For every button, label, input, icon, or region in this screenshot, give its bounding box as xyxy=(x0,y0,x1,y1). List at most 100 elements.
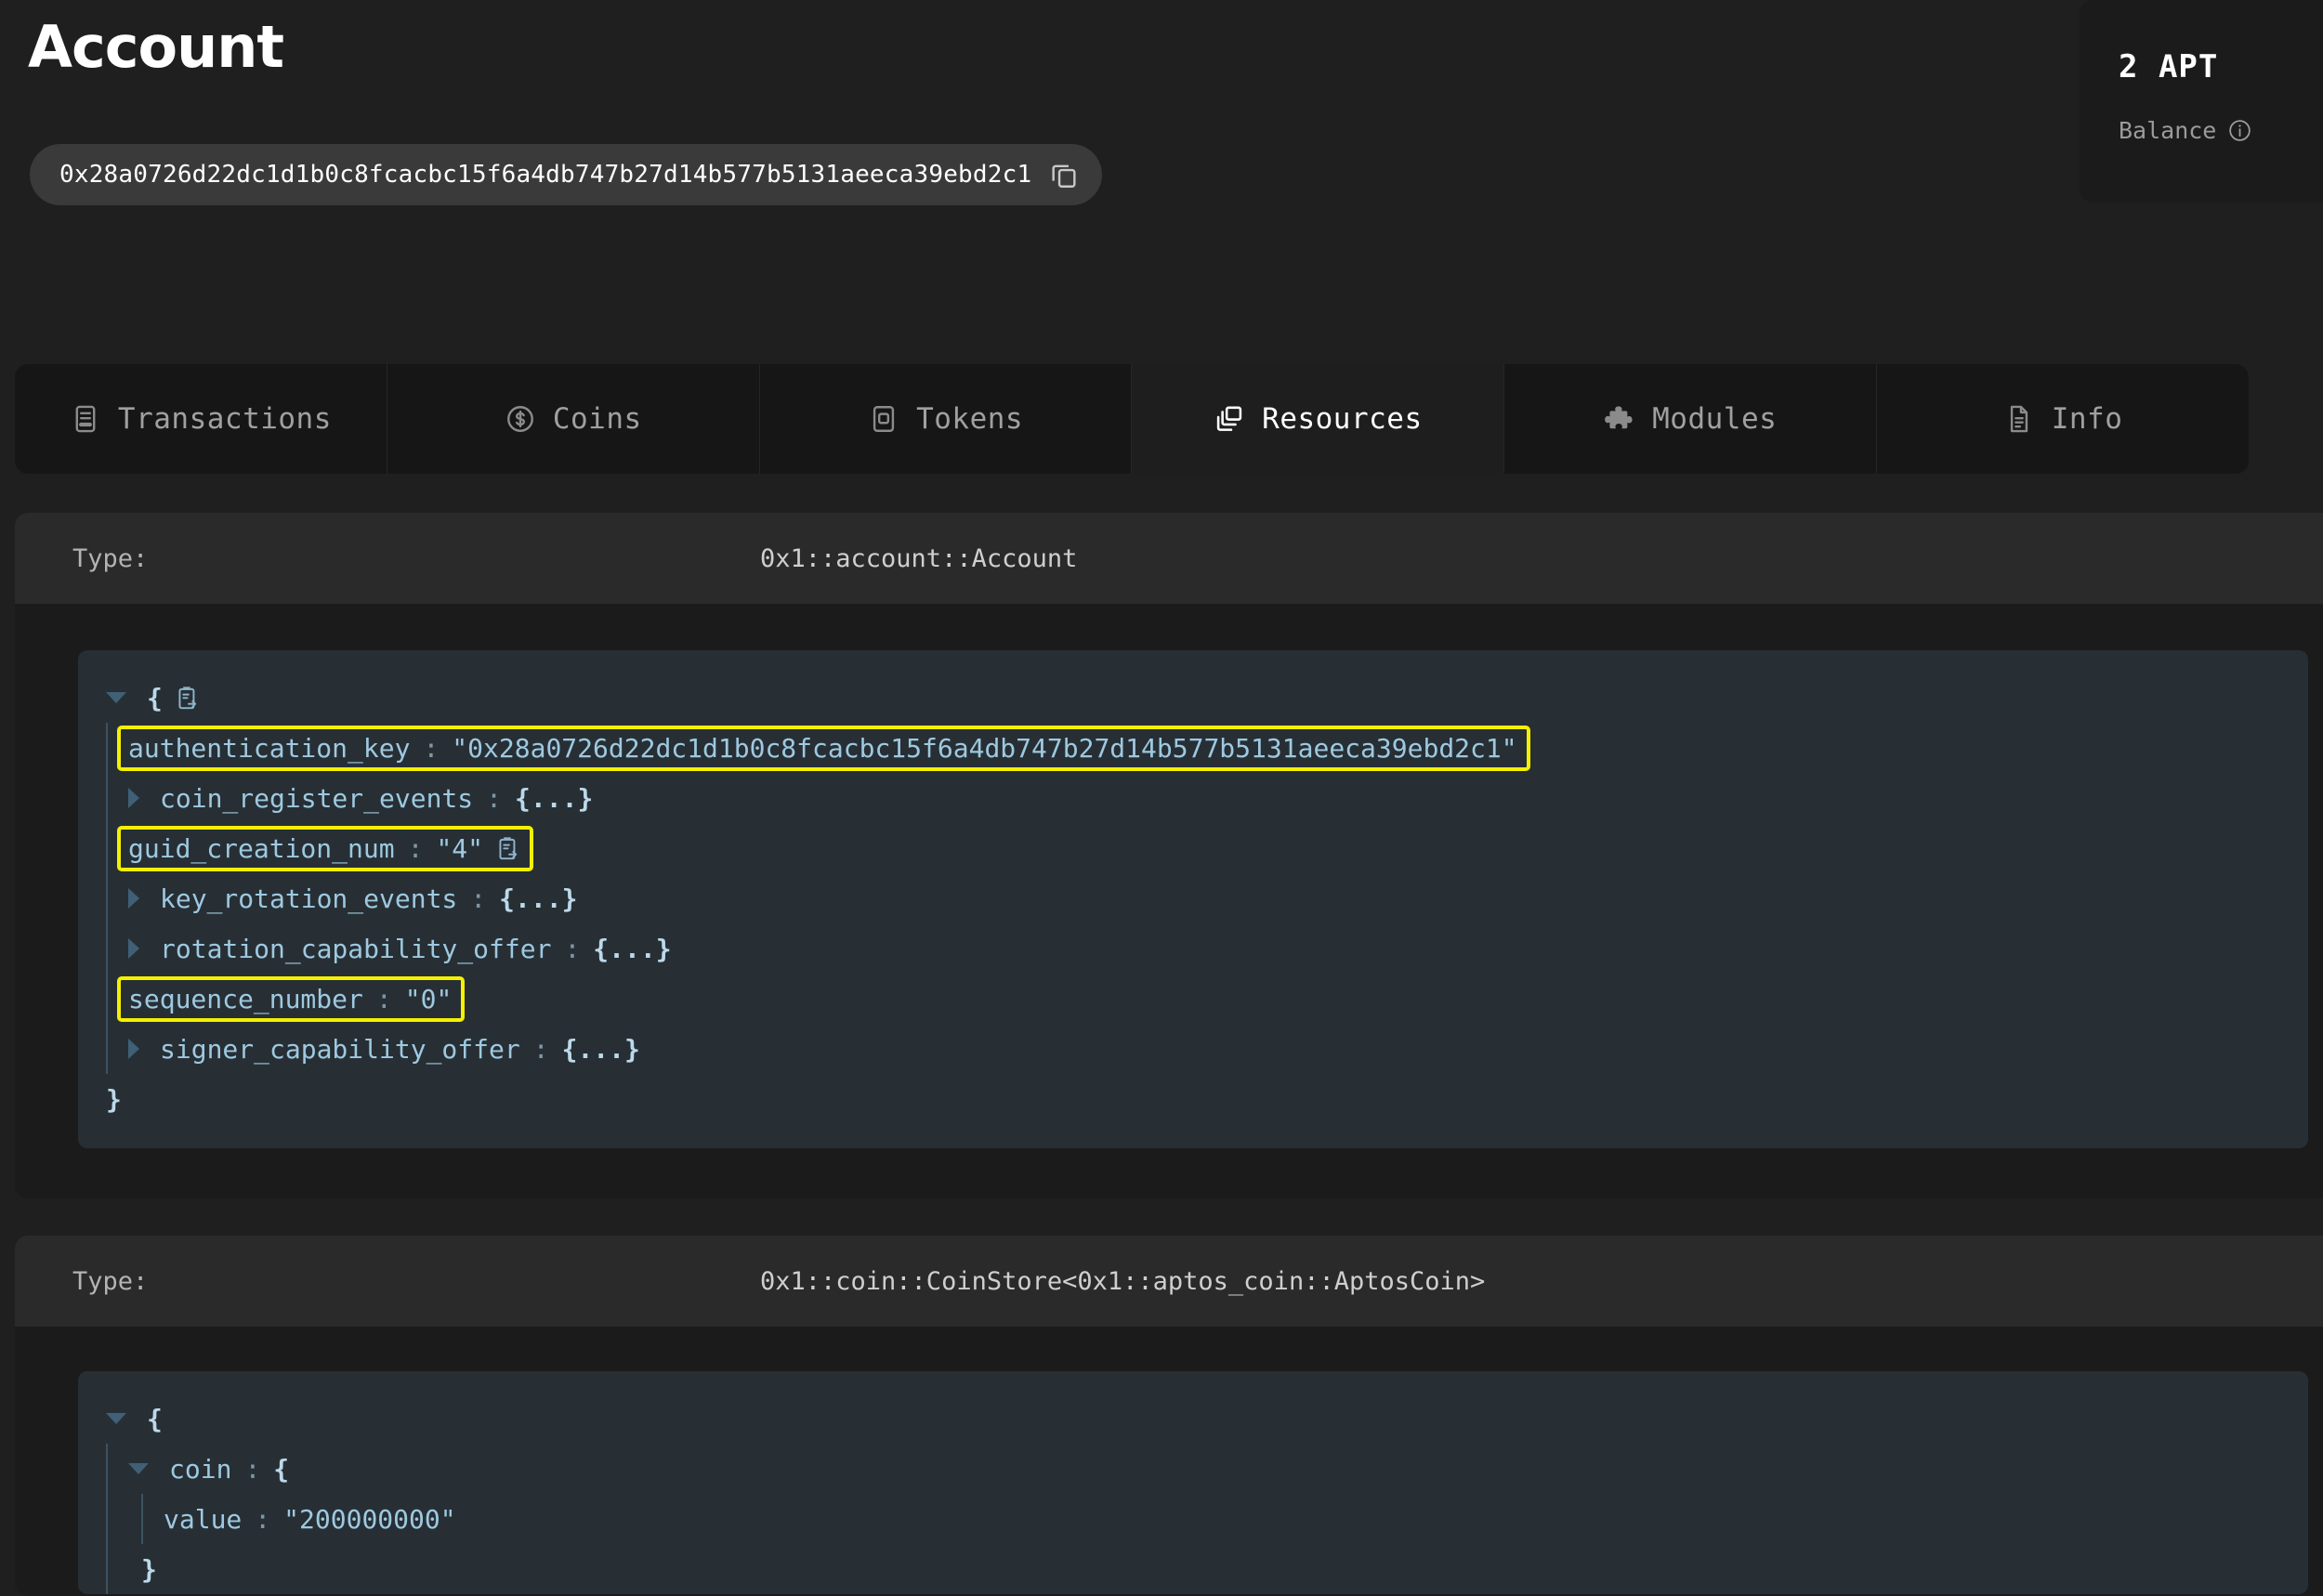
chevron-right-icon[interactable] xyxy=(128,1039,139,1059)
resource-type-value: 0x1::account::Account xyxy=(760,543,1078,573)
json-colon: : xyxy=(486,782,503,814)
json-viewer-coinstore: { coin : { value: "200000000"} xyxy=(78,1371,2308,1594)
indent-guide xyxy=(106,1544,108,1594)
indent-guide xyxy=(106,923,108,974)
json-key: key_rotation_events xyxy=(160,883,458,914)
tab-label: Info xyxy=(2051,402,2123,436)
tab-label: Transactions xyxy=(117,402,332,436)
chevron-down-icon[interactable] xyxy=(106,692,126,703)
json-colon: : xyxy=(470,883,487,914)
indent-guide xyxy=(141,1494,143,1544)
copy-json-icon[interactable] xyxy=(176,683,200,713)
indent-guide xyxy=(106,1444,108,1494)
resource-type-label: Type: xyxy=(72,1266,149,1296)
json-value: {...} xyxy=(515,782,594,814)
indent-guide xyxy=(106,1024,108,1074)
json-row-authentication-key[interactable]: authentication_key : "0x28a0726d22dc1d1b… xyxy=(78,723,2308,773)
info-icon[interactable] xyxy=(2227,118,2252,143)
puzzle-piece-icon xyxy=(1604,403,1635,435)
copy-value-icon[interactable] xyxy=(496,833,520,864)
highlight-box-authentication-key: authentication_key : "0x28a0726d22dc1d1b… xyxy=(117,725,1530,771)
json-value: "0" xyxy=(404,983,453,1014)
json-colon: : xyxy=(407,832,424,864)
indent-guide xyxy=(106,723,108,773)
json-key: rotation_capability_offer xyxy=(160,933,552,964)
tab-coins[interactable]: Coins xyxy=(387,364,760,474)
tab-label: Modules xyxy=(1652,402,1778,436)
json-key: authentication_key xyxy=(128,732,411,764)
account-page: Account 0x28a0726d22dc1d1b0c8fcacbc15f6a… xyxy=(0,0,2323,1596)
json-key: coin xyxy=(169,1453,232,1485)
json-row-coin-register-events[interactable]: coin_register_events : {...} xyxy=(78,773,2308,823)
json-row-rotation-capability-offer[interactable]: rotation_capability_offer : {...} xyxy=(78,923,2308,974)
json-row-guid-creation-num[interactable]: guid_creation_num : "4" xyxy=(78,823,2308,873)
chevron-right-icon[interactable] xyxy=(128,788,139,808)
indent-guide xyxy=(106,773,108,823)
json-row-sequence-number[interactable]: sequence_number : "0" xyxy=(78,974,2308,1024)
resource-card-coinstore: Type: 0x1::coin::CoinStore<0x1::aptos_co… xyxy=(15,1236,2323,1596)
balance-label: Balance xyxy=(2119,117,2217,144)
resource-type-row: Type: 0x1::coin::CoinStore<0x1::aptos_co… xyxy=(15,1236,2323,1327)
chevron-down-icon[interactable] xyxy=(128,1463,149,1474)
indent-guide xyxy=(106,823,108,873)
tab-resources[interactable]: Resources xyxy=(1132,364,1505,474)
json-open-brace: { xyxy=(147,682,163,713)
json-colon: : xyxy=(532,1033,549,1065)
indent-guide xyxy=(106,873,108,923)
json-value: "4" xyxy=(436,832,484,864)
json-row-key-rotation-events[interactable]: key_rotation_events : {...} xyxy=(78,873,2308,923)
tab-tokens[interactable]: Tokens xyxy=(760,364,1133,474)
json-row-open-brace: { xyxy=(78,1393,2308,1444)
json-value: "0x28a0726d22dc1d1b0c8fcacbc15f6a4db747b… xyxy=(452,732,1517,764)
json-key: sequence_number xyxy=(128,983,363,1014)
account-tab-bar: Transactions Coins Tokens Resources Modu… xyxy=(15,364,2249,474)
tab-modules[interactable]: Modules xyxy=(1504,364,1878,474)
indent-guide xyxy=(106,1494,108,1544)
tab-info[interactable]: Info xyxy=(1877,364,2249,474)
json-row-open-brace: { xyxy=(78,673,2308,723)
stacked-windows-icon xyxy=(1214,403,1245,435)
json-key: coin_register_events xyxy=(160,782,474,814)
json-key: guid_creation_num xyxy=(128,832,395,864)
json-open-brace: { xyxy=(147,1403,163,1434)
json-row-value[interactable]: value : "200000000" xyxy=(78,1494,2308,1544)
copy-icon[interactable] xyxy=(1048,159,1080,190)
json-value: {...} xyxy=(593,933,672,964)
json-viewer-account: { authentication_key: "0x28a0726d22dc1d… xyxy=(78,650,2308,1148)
resource-type-value: 0x1::coin::CoinStore<0x1::aptos_coin::Ap… xyxy=(760,1266,1486,1296)
chevron-right-icon[interactable] xyxy=(128,938,139,959)
balance-amount: 2 APT xyxy=(2119,48,2219,85)
json-colon: : xyxy=(244,1453,261,1485)
json-key: value xyxy=(164,1503,243,1535)
json-value: {...} xyxy=(499,883,578,914)
tab-label: Coins xyxy=(552,402,642,436)
token-card-icon xyxy=(868,403,899,435)
tab-transactions[interactable]: Transactions xyxy=(15,364,387,474)
json-row-signer-capability-offer[interactable]: signer_capability_offer : {...} xyxy=(78,1024,2308,1074)
resource-type-label: Type: xyxy=(72,543,149,573)
highlight-box-guid-creation-num: guid_creation_num : "4" xyxy=(116,825,534,871)
document-icon xyxy=(2003,403,2035,435)
json-colon: : xyxy=(255,1503,271,1535)
page-title: Account xyxy=(28,13,284,81)
json-row-close-brace: } xyxy=(78,1074,2308,1124)
receipt-icon xyxy=(70,403,101,435)
indent-guide xyxy=(106,974,108,1024)
tab-label: Tokens xyxy=(916,402,1024,436)
account-address-text: 0x28a0726d22dc1d1b0c8fcacbc15f6a4db747b2… xyxy=(59,161,1032,189)
json-row-coin[interactable]: coin : { xyxy=(78,1444,2308,1494)
dollar-circle-icon xyxy=(505,403,536,435)
tab-label: Resources xyxy=(1262,402,1423,436)
json-colon: : xyxy=(564,933,581,964)
resource-type-row: Type: 0x1::account::Account xyxy=(15,513,2323,604)
balance-card: 2 APT Balance xyxy=(2080,0,2323,203)
account-address-pill[interactable]: 0x28a0726d22dc1d1b0c8fcacbc15f6a4db747b2… xyxy=(30,144,1103,205)
chevron-right-icon[interactable] xyxy=(128,888,139,909)
json-close-brace: } xyxy=(106,1083,122,1115)
highlight-box-sequence-number: sequence_number : "0" xyxy=(116,975,466,1022)
json-colon: : xyxy=(375,983,392,1014)
resource-card-account: Type: 0x1::account::Account {authentica… xyxy=(15,513,2323,1198)
chevron-down-icon[interactable] xyxy=(106,1413,126,1424)
balance-label-row: Balance xyxy=(2119,117,2323,144)
json-nested-open-brace: { xyxy=(273,1453,290,1485)
